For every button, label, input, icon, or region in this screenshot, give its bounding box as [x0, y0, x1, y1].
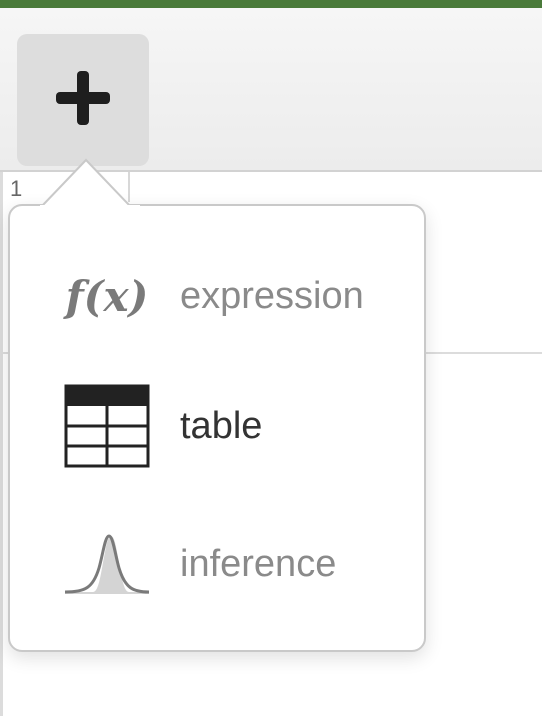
toolbar: [0, 8, 542, 172]
menu-item-inference[interactable]: inference: [10, 514, 424, 614]
menu-item-table[interactable]: table: [10, 376, 424, 476]
menu-item-label: expression: [180, 274, 364, 317]
popover-arrow: [40, 158, 140, 208]
row-number: 1: [10, 176, 23, 201]
add-item-button[interactable]: [17, 34, 149, 166]
menu-item-expression[interactable]: f(x) expression: [10, 246, 424, 346]
menu-item-label: inference: [180, 542, 337, 585]
plus-icon: [52, 67, 114, 134]
fx-icon: f(x): [65, 271, 149, 321]
table-icon: [62, 381, 152, 471]
menu-item-label: table: [180, 404, 263, 447]
top-accent-bar: [0, 0, 542, 8]
add-item-menu: f(x) expression table inference: [8, 204, 426, 652]
bell-curve-icon: [62, 519, 152, 609]
